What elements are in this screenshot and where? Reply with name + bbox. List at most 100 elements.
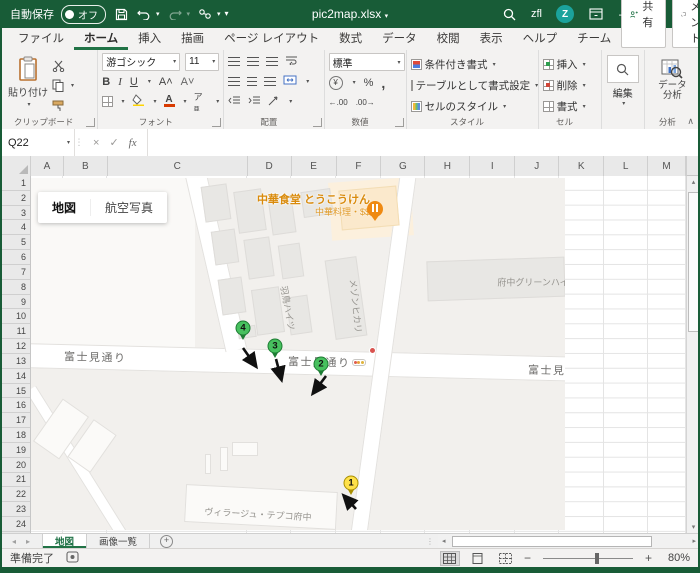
ink-tool-icon[interactable] (197, 6, 213, 22)
sheet-tab-gazou-ichiran[interactable]: 画像一覧 (87, 534, 151, 548)
clipboard-dialog-launcher[interactable] (86, 118, 96, 127)
row-header[interactable]: 19 (0, 443, 30, 458)
comma-button[interactable]: , (381, 75, 385, 91)
row-header[interactable]: 5 (0, 235, 30, 251)
window-title[interactable]: pic2map.xlsx (312, 7, 381, 21)
scroll-down-icon[interactable]: ▾ (687, 523, 700, 531)
row-header[interactable]: 24 (0, 517, 30, 532)
sheet-nav-next-icon[interactable]: ▸ (26, 537, 30, 546)
avatar[interactable]: Z (556, 5, 574, 23)
column-header[interactable]: K (559, 156, 605, 176)
insert-function-button[interactable]: fx (129, 137, 137, 149)
column-header[interactable]: G (381, 156, 426, 176)
ribbon-tab[interactable]: ファイル (8, 27, 74, 50)
number-dialog-launcher[interactable] (394, 118, 404, 127)
row-header[interactable]: 18 (0, 428, 30, 443)
fill-color-button[interactable] (131, 94, 145, 109)
row-header[interactable]: 1 (0, 176, 30, 191)
ribbon-tab[interactable]: ホーム (74, 27, 129, 50)
save-icon[interactable] (113, 6, 129, 22)
zoom-slider-thumb[interactable] (594, 552, 599, 564)
row-header[interactable]: 3 (0, 206, 30, 221)
ribbon-tab[interactable]: 校閲 (427, 27, 470, 50)
scrollbar-splitter[interactable]: ⋮ (422, 534, 438, 548)
formula-enter-button[interactable]: ✓ (109, 136, 118, 149)
map-image[interactable]: 富士見通り富士見通り富士見 羽鳥ハイツメゾンヒカリ府中グリーンハイヴィラージュ・… (30, 178, 565, 530)
add-sheet-button[interactable]: + (150, 534, 183, 548)
row-header[interactable]: 15 (0, 384, 30, 399)
ribbon-tab[interactable]: ページ レイアウト (214, 27, 329, 50)
column-header[interactable]: F (337, 156, 382, 176)
row-header[interactable]: 13 (0, 354, 30, 369)
ribbon-tab[interactable]: データ (372, 27, 427, 50)
format-cells-button[interactable]: 書式 ▾ (542, 97, 597, 115)
collapse-ribbon-button[interactable]: ∧ (687, 116, 694, 127)
format-painter-button[interactable] (52, 97, 74, 114)
ink-caret[interactable]: ▾ (217, 11, 221, 18)
italic-button[interactable]: I (118, 76, 122, 88)
orientation-button[interactable] (268, 95, 280, 109)
column-header[interactable]: L (604, 156, 649, 176)
column-header[interactable]: D (248, 156, 292, 176)
sheet-nav-prev-icon[interactable]: ◂ (12, 537, 16, 546)
row-header[interactable]: 4 (0, 220, 30, 236)
row-header[interactable]: 12 (0, 339, 30, 354)
column-header[interactable]: M (648, 156, 687, 176)
borders-button[interactable] (102, 96, 113, 107)
column-header[interactable]: A (31, 156, 64, 176)
align-right-button[interactable] (264, 77, 277, 86)
column-header[interactable]: I (470, 156, 516, 176)
zoom-level[interactable]: 80% (660, 552, 690, 564)
font-color-button[interactable]: A (163, 95, 175, 107)
map-marker-4[interactable]: 4 (235, 320, 251, 336)
conditional-formatting-button[interactable]: 条件付き書式 ▾ (410, 55, 534, 73)
column-header[interactable]: H (425, 156, 471, 176)
editing-button[interactable] (606, 55, 639, 83)
row-header[interactable]: 17 (0, 413, 30, 429)
map-type-satellite-button[interactable]: 航空写真 (91, 199, 167, 216)
font-dialog-launcher[interactable] (212, 118, 222, 127)
column-header[interactable]: C (108, 156, 248, 176)
paste-button[interactable]: 貼り付け ▾ (4, 53, 52, 111)
number-format-select[interactable]: 標準 ▾ (328, 53, 405, 71)
map-marker-1[interactable]: 1 (343, 475, 359, 491)
ribbon-display-options-icon[interactable] (588, 6, 604, 22)
delete-cells-button[interactable]: 削除 ▾ (542, 76, 597, 94)
horizontal-scrollbar[interactable]: ◂ ▸ (438, 534, 700, 548)
currency-caret[interactable]: ▾ (353, 79, 356, 86)
underline-caret[interactable]: ▾ (148, 78, 151, 85)
row-header[interactable]: 14 (0, 369, 30, 384)
merge-center-button[interactable] (283, 75, 297, 88)
formula-input[interactable] (148, 129, 700, 156)
qat-customize-icon[interactable]: ▾ (225, 10, 229, 18)
format-as-table-button[interactable]: テーブルとして書式設定 ▾ (410, 76, 538, 94)
vertical-scroll-thumb[interactable] (688, 192, 699, 332)
align-center-button[interactable] (247, 77, 258, 86)
horizontal-scroll-thumb[interactable] (451, 535, 652, 547)
poi-pin-icon[interactable] (367, 201, 383, 217)
font-size-select[interactable]: 11 ▾ (185, 52, 220, 71)
row-header[interactable]: 8 (0, 280, 30, 295)
copy-button[interactable]: ▾ (52, 77, 74, 94)
autosave-toggle[interactable]: オフ (61, 4, 106, 24)
phonetic-button[interactable]: ア亜 (194, 90, 208, 113)
row-header[interactable]: 2 (0, 191, 30, 206)
formula-cancel-button[interactable]: × (93, 137, 99, 149)
row-header[interactable]: 6 (0, 250, 30, 265)
sheet-tab-chizu[interactable]: 地図 (42, 534, 88, 548)
align-middle-button[interactable] (247, 57, 260, 66)
ribbon-tab[interactable]: ヘルプ (513, 27, 568, 50)
wrap-text-button[interactable] (285, 55, 298, 68)
column-header[interactable]: B (64, 156, 108, 176)
row-header[interactable]: 20 (0, 458, 30, 473)
row-header[interactable]: 16 (0, 398, 30, 414)
select-all-button[interactable] (0, 156, 31, 176)
data-analysis-button[interactable]: データ 分析 (649, 53, 696, 107)
scroll-right-icon[interactable]: ▸ (688, 537, 700, 545)
align-bottom-button[interactable] (266, 57, 279, 66)
row-header[interactable]: 11 (0, 324, 30, 340)
ribbon-tab[interactable]: 描画 (171, 27, 214, 50)
shrink-font-button[interactable]: A˅ (181, 76, 195, 88)
grow-font-button[interactable]: A˄ (159, 76, 173, 88)
close-button[interactable]: ✕ (674, 7, 688, 21)
